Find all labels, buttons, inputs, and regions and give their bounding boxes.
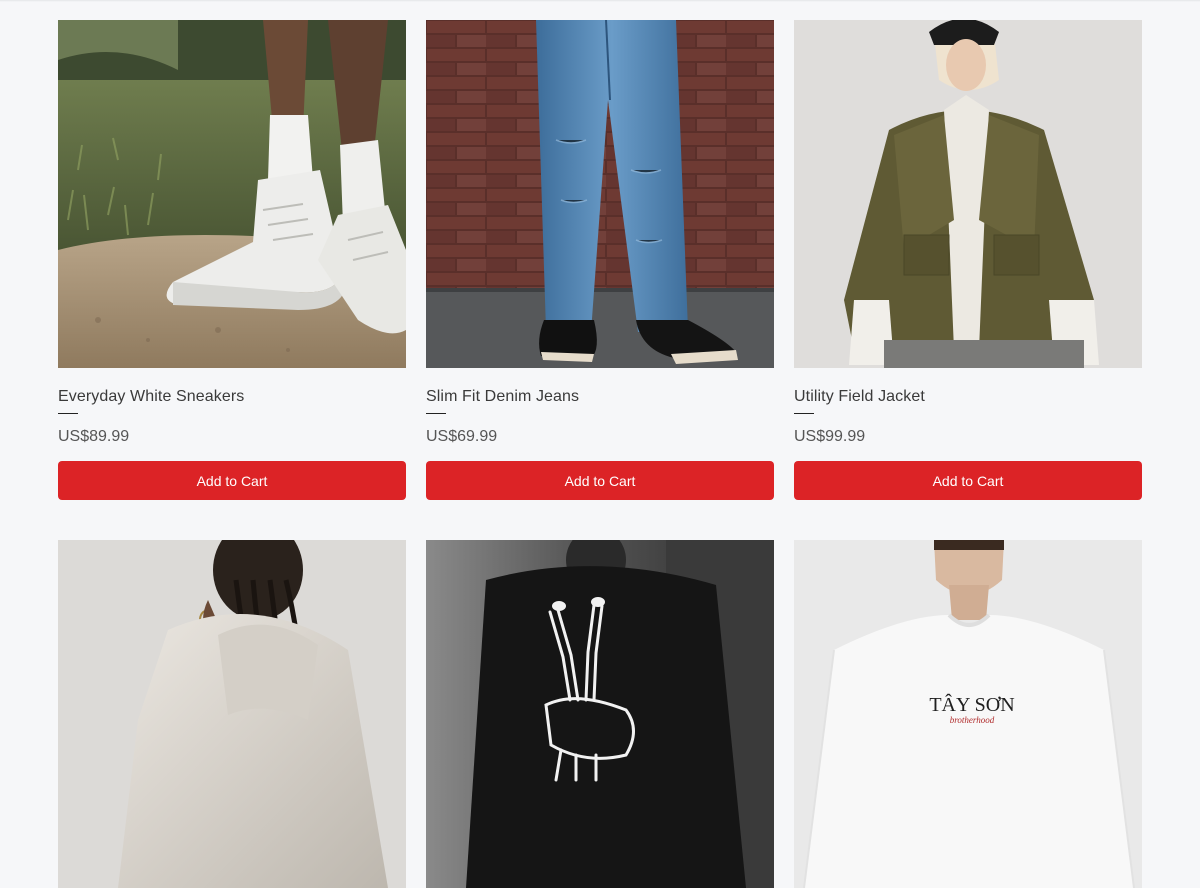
tee-print-text: TÂY SƠN (929, 693, 1014, 716)
divider (58, 413, 78, 414)
add-to-cart-button[interactable]: Add to Cart (794, 461, 1142, 500)
product-price: US$69.99 (426, 428, 498, 445)
product-image-jeans[interactable] (426, 20, 774, 368)
product-card (426, 540, 774, 888)
tee-print-subtext: brotherhood (950, 715, 995, 725)
header-shadow (0, 0, 1200, 2)
product-grid: Everyday White Sneakers US$89.99 Add to … (58, 20, 1142, 888)
divider (426, 413, 446, 414)
divider (794, 413, 814, 414)
product-card: Utility Field Jacket US$99.99 Add to Car… (794, 20, 1142, 500)
sneakers-photo (58, 20, 406, 368)
product-image-hoodie[interactable] (58, 540, 406, 888)
product-card: TÂY SƠN brotherhood (794, 540, 1142, 888)
product-card: Slim Fit Denim Jeans US$69.99 Add to Car… (426, 20, 774, 500)
add-to-cart-button[interactable]: Add to Cart (58, 461, 406, 500)
white-tee-photo: TÂY SƠN brotherhood (794, 540, 1142, 888)
product-card (58, 540, 406, 888)
product-name[interactable]: Everyday White Sneakers (58, 387, 406, 407)
hoodie-photo (58, 540, 406, 888)
product-name[interactable]: Utility Field Jacket (794, 387, 1142, 407)
product-card: Everyday White Sneakers US$89.99 Add to … (58, 20, 406, 500)
add-to-cart-button[interactable]: Add to Cart (426, 461, 774, 500)
product-image-jacket[interactable] (794, 20, 1142, 368)
jeans-photo (426, 20, 774, 368)
skeleton-tee-photo (426, 540, 774, 888)
product-price: US$89.99 (58, 428, 130, 445)
product-name[interactable]: Slim Fit Denim Jeans (426, 387, 774, 407)
product-image-skeleton-tee[interactable] (426, 540, 774, 888)
product-price: US$99.99 (794, 428, 866, 445)
product-image-sneakers[interactable] (58, 20, 406, 368)
product-image-white-tee[interactable]: TÂY SƠN brotherhood (794, 540, 1142, 888)
jacket-photo (794, 20, 1142, 368)
